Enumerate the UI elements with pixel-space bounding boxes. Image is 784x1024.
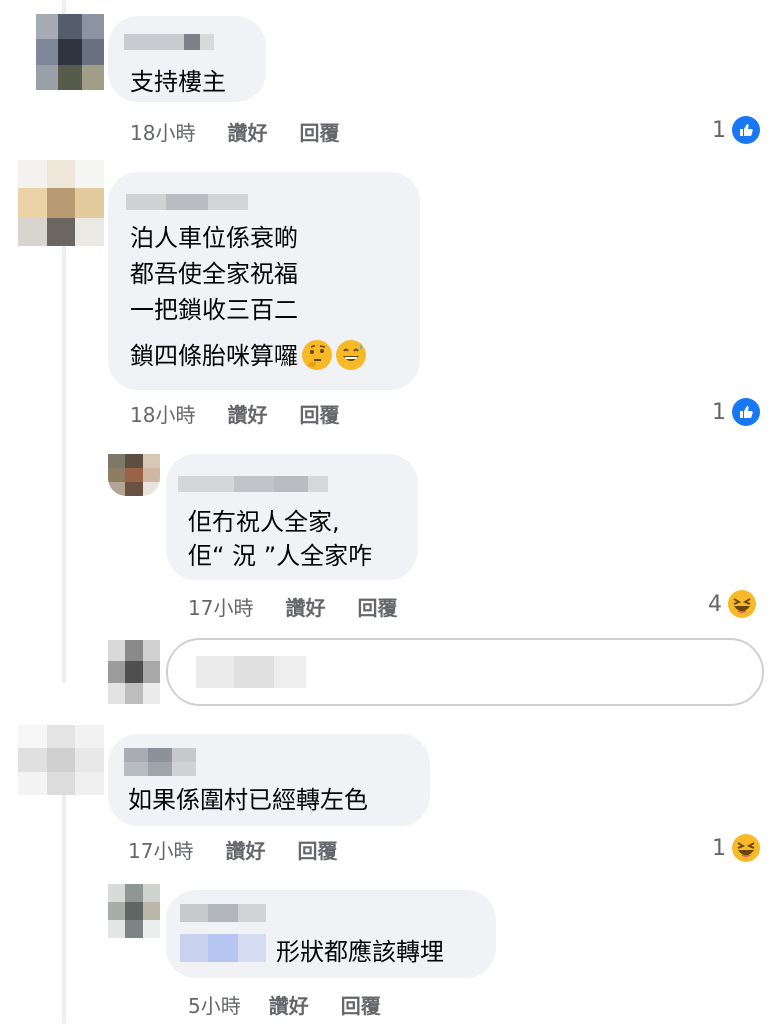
comment-text: 都吾使全家祝福 bbox=[130, 260, 298, 288]
comment-meta: 5小時 讚好 回覆 bbox=[188, 990, 381, 1019]
comment-time[interactable]: 17小時 bbox=[188, 596, 253, 620]
reply-input[interactable] bbox=[166, 638, 764, 706]
reaction-count: 1 bbox=[712, 835, 726, 861]
blurred-author-name[interactable] bbox=[124, 748, 196, 776]
comment-bubble: 形狀都應該轉埋 bbox=[166, 890, 496, 978]
thread-line bbox=[62, 775, 66, 1024]
reply-action-button[interactable]: 回覆 bbox=[357, 596, 397, 620]
comment-text: 如果係圍村已經轉左色 bbox=[128, 786, 368, 814]
comment-bubble: 如果係圍村已經轉左色 bbox=[108, 734, 430, 826]
comment-bubble: 泊人車位係衰啲 都吾使全家祝福 一把鎖收三百二 鎖四條胎咪算囉 bbox=[108, 172, 420, 390]
avatar[interactable] bbox=[18, 160, 104, 246]
comment-meta: 18小時 讚好 回覆 bbox=[130, 399, 339, 428]
reaction-summary[interactable]: 1 bbox=[712, 398, 760, 426]
reaction-count: 1 bbox=[712, 117, 726, 143]
avatar bbox=[108, 640, 160, 704]
blurred-author-name[interactable] bbox=[124, 34, 214, 50]
reaction-summary[interactable]: 1 bbox=[712, 834, 760, 862]
like-action-button[interactable]: 讚好 bbox=[227, 403, 267, 427]
blurred-author-name[interactable] bbox=[178, 476, 328, 492]
comment-bubble: 支持樓主 bbox=[108, 16, 266, 102]
reaction-summary[interactable]: 4 bbox=[708, 590, 756, 618]
thread-line bbox=[62, 228, 66, 683]
comment-text: 佢冇祝人全家, bbox=[188, 508, 340, 536]
comment-text: 形狀都應該轉埋 bbox=[276, 938, 444, 966]
like-action-button[interactable]: 讚好 bbox=[285, 596, 325, 620]
comment-text: 佢“ 況 ”人全家咋 bbox=[188, 542, 373, 570]
like-icon bbox=[732, 116, 760, 144]
reaction-summary[interactable]: 1 bbox=[712, 116, 760, 144]
comment-text: 鎖四條胎咪算囉 bbox=[130, 342, 298, 370]
reply-action-button[interactable]: 回覆 bbox=[341, 994, 381, 1018]
comment-meta: 17小時 讚好 回覆 bbox=[188, 592, 397, 621]
blurred-author-name[interactable] bbox=[180, 904, 266, 962]
comment-meta: 18小時 讚好 回覆 bbox=[130, 117, 339, 146]
avatar[interactable] bbox=[108, 454, 160, 496]
comment-text: 泊人車位係衰啲 bbox=[130, 224, 298, 252]
like-action-button[interactable]: 讚好 bbox=[225, 839, 265, 863]
comment-bubble: 佢冇祝人全家, 佢“ 況 ”人全家咋 bbox=[166, 454, 418, 580]
comment-text: 支持樓主 bbox=[130, 68, 226, 96]
blurred-author-name[interactable] bbox=[126, 194, 248, 210]
blurred-placeholder bbox=[196, 656, 306, 688]
comment-time[interactable]: 5小時 bbox=[188, 994, 241, 1018]
grinning-sweat-icon bbox=[336, 340, 366, 370]
reaction-count: 4 bbox=[708, 591, 722, 617]
haha-icon bbox=[732, 834, 760, 862]
comment-meta: 17小時 讚好 回覆 bbox=[128, 835, 337, 864]
reply-action-button[interactable]: 回覆 bbox=[297, 839, 337, 863]
comment-time[interactable]: 17小時 bbox=[128, 839, 193, 863]
avatar[interactable] bbox=[18, 725, 104, 795]
thinking-face-icon bbox=[302, 340, 332, 370]
avatar[interactable] bbox=[108, 884, 160, 938]
comment-time[interactable]: 18小時 bbox=[130, 121, 195, 145]
like-icon bbox=[732, 398, 760, 426]
reply-action-button[interactable]: 回覆 bbox=[299, 403, 339, 427]
comment-time[interactable]: 18小時 bbox=[130, 403, 195, 427]
comment-text: 一把鎖收三百二 bbox=[130, 296, 298, 324]
like-action-button[interactable]: 讚好 bbox=[269, 994, 309, 1018]
avatar[interactable] bbox=[36, 14, 104, 90]
comment-text-with-emoji: 鎖四條胎咪算囉 bbox=[130, 338, 366, 374]
like-action-button[interactable]: 讚好 bbox=[227, 121, 267, 145]
reaction-count: 1 bbox=[712, 399, 726, 425]
haha-icon bbox=[728, 590, 756, 618]
reply-action-button[interactable]: 回覆 bbox=[299, 121, 339, 145]
